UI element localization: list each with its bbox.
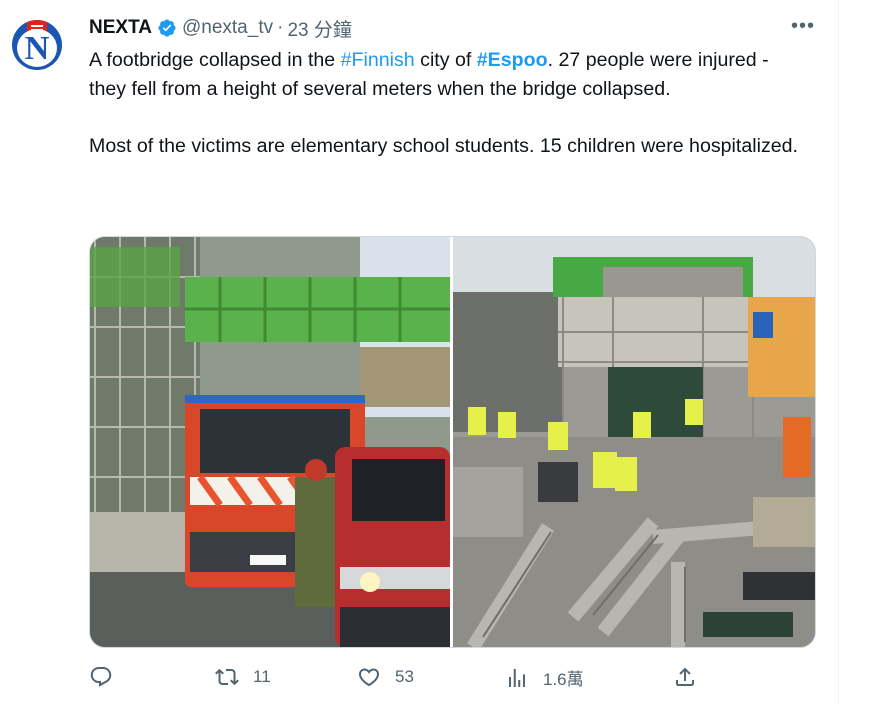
photo-fire-truck[interactable] [90, 237, 450, 647]
avatar-logo-letter: N [24, 30, 50, 67]
like-count: 53 [395, 667, 414, 686]
views-icon [509, 668, 525, 687]
media-grid [89, 236, 816, 648]
tweet-actions: 11 53 1.6萬 [89, 665, 699, 693]
retweet-button[interactable]: 11 [215, 665, 271, 689]
retweet-icon [215, 668, 239, 686]
hashtag-finnish[interactable]: #Finnish [341, 49, 415, 71]
reply-button[interactable] [89, 665, 127, 689]
author-name[interactable]: NEXTA [89, 17, 152, 39]
like-button[interactable]: 53 [357, 665, 414, 689]
share-icon [676, 667, 694, 686]
avatar[interactable]: N [12, 20, 62, 70]
tweet-timestamp[interactable]: 23 分鐘 [287, 15, 351, 42]
share-button[interactable] [673, 665, 697, 689]
author-handle[interactable]: @nexta_tv [182, 17, 273, 39]
tweet-header: NEXTA @nexta_tv · 23 分鐘 [89, 15, 352, 42]
reply-icon [90, 667, 112, 687]
photo-collapsed-bridge[interactable] [453, 237, 815, 647]
more-icon[interactable]: ••• [788, 16, 818, 39]
fire-truck-scene [90, 237, 450, 647]
like-icon [358, 668, 380, 687]
collapsed-bridge-scene [453, 237, 815, 647]
column-border [838, 0, 839, 704]
tweet-paragraph-1: A footbridge collapsed in the #Finnish c… [89, 49, 769, 100]
hashtag-espoo[interactable]: #Espoo [477, 49, 548, 71]
retweet-count: 11 [253, 667, 271, 686]
views-button[interactable]: 1.6萬 [505, 665, 584, 690]
verified-badge-icon [158, 19, 176, 37]
tweet-paragraph-2: Most of the victims are elementary schoo… [89, 134, 798, 157]
views-count: 1.6萬 [543, 670, 584, 689]
separator-dot: · [277, 17, 284, 38]
tweet-text: A footbridge collapsed in the #Finnish c… [89, 46, 809, 160]
